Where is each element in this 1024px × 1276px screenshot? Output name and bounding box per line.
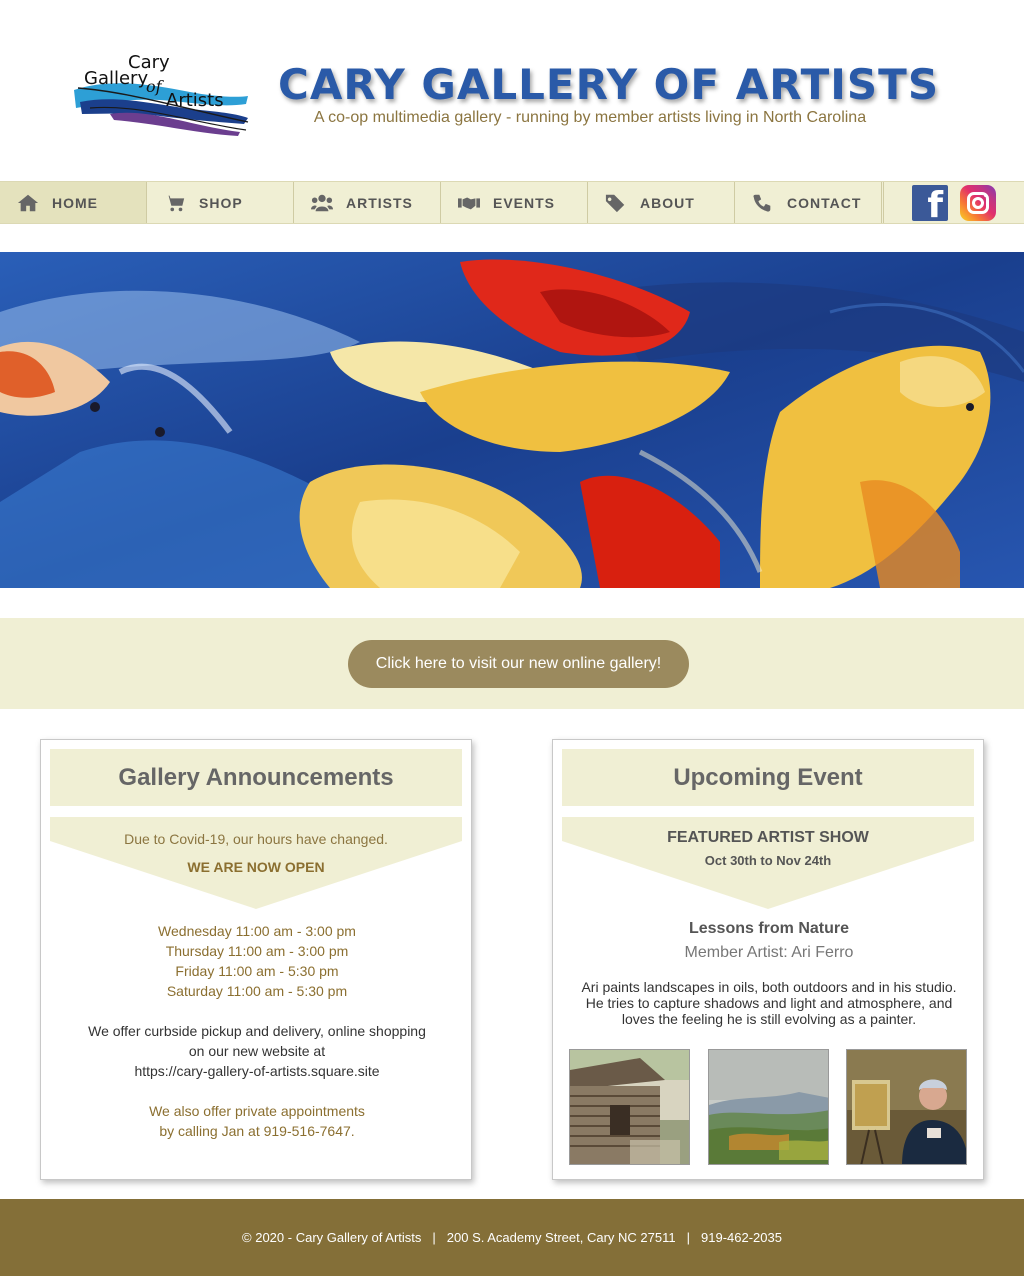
svg-text:Artists: Artists xyxy=(166,90,224,111)
nav-item-label: EVENTS xyxy=(493,194,556,211)
shop-url-link[interactable]: https://cary-gallery-of-artists.square.s… xyxy=(41,1061,473,1081)
event-card-title: Upcoming Event xyxy=(562,749,974,806)
appointments-info: We also offer private appointments by ca… xyxy=(41,1101,473,1141)
announcements-title: Gallery Announcements xyxy=(50,749,462,806)
home-icon xyxy=(16,193,40,213)
gallery-logo[interactable]: Cary Gallery of Artists xyxy=(70,48,252,140)
social-links: f xyxy=(883,182,1024,223)
nav-item-shop[interactable]: SHOP xyxy=(147,182,294,223)
site-tagline: A co-op multimedia gallery - running by … xyxy=(313,109,867,126)
curbside-line: on our new website at xyxy=(188,1043,326,1059)
curbside-info: We offer curbside pickup and delivery, o… xyxy=(41,1021,473,1081)
hours-line: Thursday 11:00 am - 3:00 pm xyxy=(165,943,349,959)
tags-icon xyxy=(604,193,628,213)
phone-icon xyxy=(751,193,775,213)
footer-separator: | xyxy=(686,1230,690,1245)
artist-photo-thumbnail[interactable] xyxy=(846,1049,967,1165)
handshake-icon xyxy=(457,193,481,213)
member-artist: Member Artist: Ari Ferro xyxy=(684,944,854,961)
event-show-name: FEATURED ARTIST SHOW xyxy=(667,829,869,846)
hours-line: Wednesday 11:00 am - 3:00 pm xyxy=(158,923,356,939)
nav-item-contact[interactable]: CONTACT xyxy=(735,182,882,223)
online-gallery-button[interactable]: Click here to visit our new online galle… xyxy=(348,640,689,688)
nav-item-label: SHOP xyxy=(199,194,243,211)
site-header: Cary Gallery of Artists CARY GALLERY OF … xyxy=(0,0,1024,181)
footer-address: 200 S. Academy Street, Cary NC 27511 xyxy=(446,1230,676,1245)
appointments-line: We also offer private appointments xyxy=(149,1103,365,1119)
announcements-banner: Due to Covid-19, our hours have changed.… xyxy=(50,817,462,909)
exhibit-title: Lessons from Nature xyxy=(688,920,850,937)
nav-item-label: ABOUT xyxy=(640,194,695,211)
event-dates: Oct 30th to Nov 24th xyxy=(704,853,832,868)
nav-item-label: CONTACT xyxy=(787,194,862,211)
nav-item-label: ARTISTS xyxy=(346,194,413,211)
open-status: WE ARE NOW OPEN xyxy=(187,859,325,875)
footer-phone[interactable]: 919-462-2035 xyxy=(701,1230,782,1245)
footer-copyright: © 2020 - Cary Gallery of Artists xyxy=(242,1230,422,1245)
event-banner: FEATURED ARTIST SHOW Oct 30th to Nov 24t… xyxy=(562,817,974,909)
users-icon xyxy=(310,193,334,213)
nav-item-artists[interactable]: ARTISTS xyxy=(294,182,441,223)
cabin-painting-thumbnail[interactable] xyxy=(569,1049,690,1165)
mountain-painting-thumbnail[interactable] xyxy=(708,1049,829,1165)
main-nav: HOME SHOP ARTISTS EVENTS ABOUT CONTACT f xyxy=(0,181,1024,224)
announcements-card: Gallery Announcements Due to Covid-19, o… xyxy=(40,739,472,1180)
nav-item-home[interactable]: HOME xyxy=(0,182,147,223)
cart-icon xyxy=(163,193,187,213)
nav-item-events[interactable]: EVENTS xyxy=(441,182,588,223)
event-description: Ari paints landscapes in oils, both outd… xyxy=(581,979,957,1027)
cta-band: Click here to visit our new online galle… xyxy=(0,618,1024,709)
covid-notice: Due to Covid-19, our hours have changed. xyxy=(124,831,388,847)
appointments-line: by calling Jan at 919-516-7647. xyxy=(159,1123,355,1139)
hero-koi-painting xyxy=(0,252,1024,588)
facebook-icon[interactable]: f xyxy=(912,184,948,223)
svg-text:Gallery: Gallery xyxy=(84,68,148,89)
footer-separator: | xyxy=(432,1230,436,1245)
event-card: Upcoming Event FEATURED ARTIST SHOW Oct … xyxy=(552,739,984,1180)
hours-line: Saturday 11:00 am - 5:30 pm xyxy=(166,983,348,999)
curbside-line: We offer curbside pickup and delivery, o… xyxy=(88,1023,426,1039)
nav-item-about[interactable]: ABOUT xyxy=(588,182,735,223)
site-footer: © 2020 - Cary Gallery of Artists | 200 S… xyxy=(0,1199,1024,1276)
site-title: CARY GALLERY OF ARTISTS xyxy=(278,60,940,109)
opening-hours: Wednesday 11:00 am - 3:00 pm Thursday 11… xyxy=(41,921,473,1001)
instagram-icon[interactable] xyxy=(960,184,996,221)
nav-item-label: HOME xyxy=(52,194,98,211)
hours-line: Friday 11:00 am - 5:30 pm xyxy=(175,963,339,979)
